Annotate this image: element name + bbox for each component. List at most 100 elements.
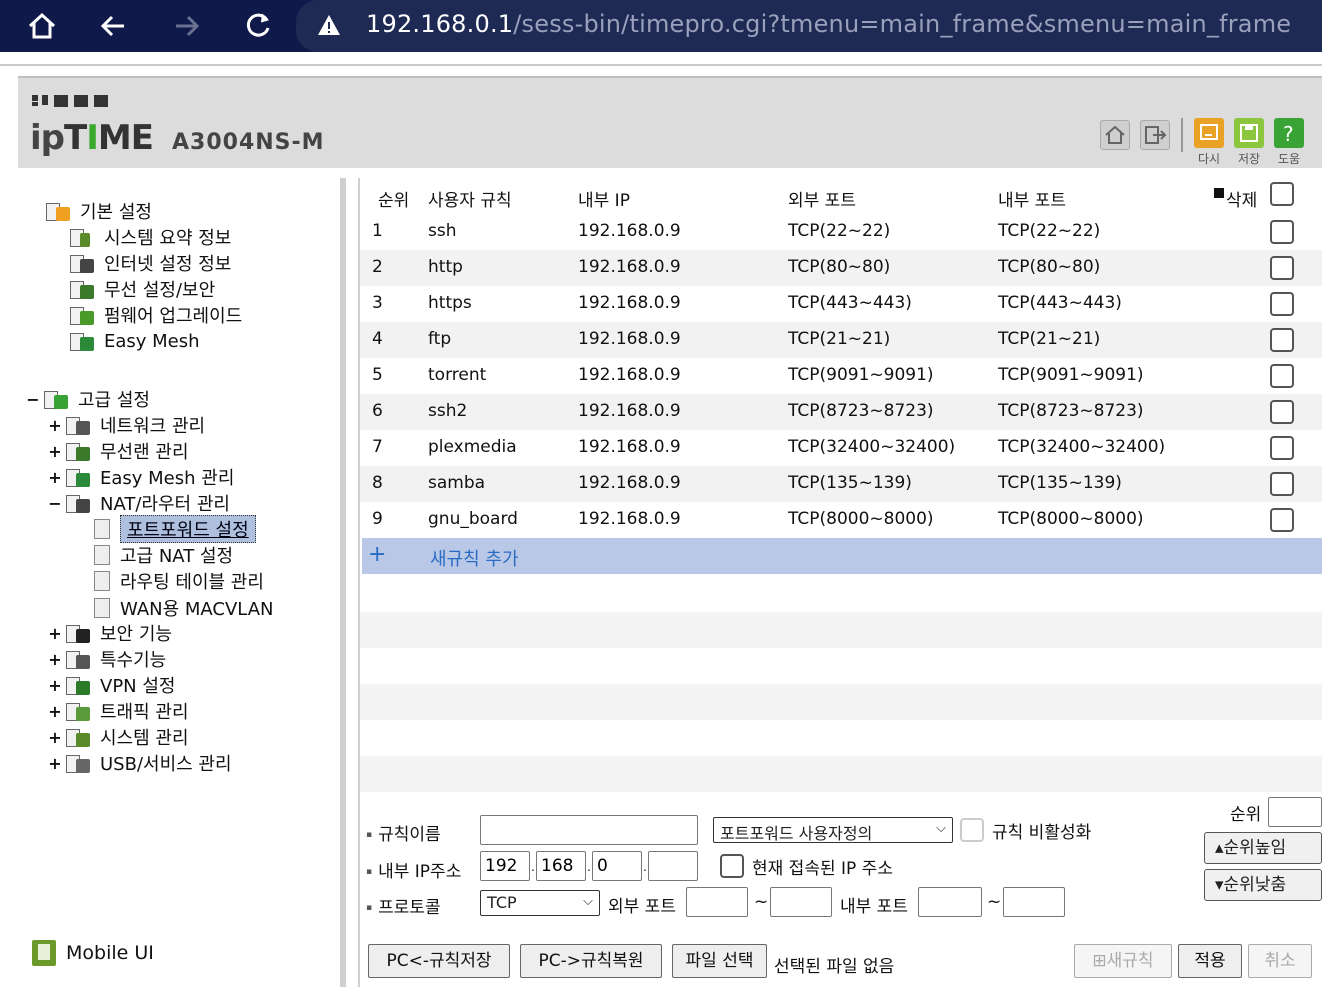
disable-rule-checkbox[interactable] — [960, 818, 984, 842]
expand-icon[interactable]: + — [48, 442, 62, 461]
tree-basic-settings[interactable]: 기본 설정 — [46, 198, 152, 224]
network-icon — [66, 415, 92, 435]
ip-octet-1[interactable] — [480, 851, 530, 881]
order-up-button[interactable]: ▴순위높임 — [1204, 832, 1322, 864]
sidebar-item-system-admin[interactable]: + 시스템 관리 — [48, 724, 188, 750]
forward-icon[interactable] — [168, 8, 204, 44]
sidebar-item-system-summary[interactable]: 시스템 요약 정보 — [70, 224, 231, 250]
pc-save-button[interactable]: PC<-규칙저장 — [368, 944, 510, 978]
expand-icon[interactable]: + — [48, 754, 62, 773]
select-all-checkbox[interactable] — [1270, 182, 1294, 206]
mesh-icon — [70, 331, 96, 351]
sidebar-item-easymesh-admin[interactable]: + Easy Mesh 관리 — [48, 464, 234, 490]
help-icon[interactable]: ? — [1274, 118, 1304, 148]
preset-select[interactable]: 포트포워드 사용자정의 ⌵ — [713, 817, 953, 843]
sidebar-item-wlan[interactable]: + 무선랜 관리 — [48, 438, 188, 464]
table-row[interactable]: 6 ssh2 192.168.0.9 TCP(8723~8723) TCP(8723~8… — [360, 394, 1322, 430]
ip-octet-2[interactable] — [536, 851, 586, 881]
delete-checkbox[interactable] — [1270, 220, 1294, 244]
mobile-ui-link[interactable]: Mobile UI — [32, 940, 154, 966]
sidebar-item-routing-table[interactable]: 라우팅 테이블 관리 — [94, 568, 264, 594]
usb-icon — [66, 753, 92, 773]
apply-button[interactable]: 적용 — [1178, 944, 1242, 978]
cancel-button[interactable]: 취소 — [1248, 944, 1312, 978]
expand-icon[interactable]: + — [48, 416, 62, 435]
ext-port-end[interactable] — [770, 887, 832, 917]
delete-checkbox[interactable] — [1270, 400, 1294, 424]
delete-checkbox[interactable] — [1270, 292, 1294, 316]
protocol-label: 프로토콜 — [366, 893, 441, 918]
ip-octet-4[interactable] — [648, 851, 698, 881]
table-row[interactable]: 2 http 192.168.0.9 TCP(80~80) TCP(80~80) — [360, 250, 1322, 286]
save-icon[interactable] — [1234, 118, 1264, 148]
expand-icon[interactable]: + — [48, 728, 62, 747]
table-row[interactable]: 1 ssh 192.168.0.9 TCP(22~22) TCP(22~22) — [360, 214, 1322, 250]
current-ip-checkbox[interactable] — [720, 854, 744, 878]
protocol-select[interactable]: TCP ⌵ — [480, 890, 600, 916]
int-port-start[interactable] — [918, 887, 982, 917]
pc-restore-button[interactable]: PC->규칙복원 — [520, 944, 662, 978]
delete-checkbox[interactable] — [1270, 508, 1294, 532]
table-row[interactable]: 7 plexmedia 192.168.0.9 TCP(32400~32400) TCP… — [360, 430, 1322, 466]
svg-text:?: ? — [1283, 122, 1294, 146]
cell-ip: 192.168.0.9 — [578, 437, 681, 457]
cell-int: TCP(22~22) — [998, 221, 1101, 241]
delete-checkbox[interactable] — [1270, 436, 1294, 460]
logout-icon[interactable] — [1140, 120, 1170, 150]
table-row[interactable]: 3 https 192.168.0.9 TCP(443~443) TCP(443~443… — [360, 286, 1322, 322]
sidebar-item-security[interactable]: + 보안 기능 — [48, 620, 172, 646]
reload-icon[interactable] — [240, 8, 276, 44]
sidebar-item-advanced-nat[interactable]: 고급 NAT 설정 — [94, 542, 233, 568]
ext-port-start[interactable] — [686, 887, 748, 917]
delete-checkbox[interactable] — [1270, 364, 1294, 388]
table-row[interactable]: 9 gnu_board 192.168.0.9 TCP(8000~8000) TCP(8… — [360, 502, 1322, 538]
ip-octet-3[interactable] — [592, 851, 642, 881]
sidebar-item-internet-info[interactable]: 인터넷 설정 정보 — [70, 250, 231, 276]
table-row[interactable]: 5 torrent 192.168.0.9 TCP(9091~9091) TCP(909… — [360, 358, 1322, 394]
tilde: ~ — [987, 892, 1002, 912]
order-input[interactable] — [1268, 797, 1322, 827]
expand-icon[interactable]: + — [48, 702, 62, 721]
cell-order: 9 — [372, 509, 383, 529]
logo-dots — [32, 92, 112, 108]
cell-name: ssh2 — [428, 401, 468, 421]
expand-icon[interactable]: + — [48, 468, 62, 487]
new-rule-button[interactable]: ⊞새규칙 — [1074, 944, 1172, 978]
table-row[interactable]: 4 ftp 192.168.0.9 TCP(21~21) TCP(21~21) — [360, 322, 1322, 358]
sidebar-item-usb[interactable]: + USB/서비스 관리 — [48, 750, 231, 776]
expand-icon[interactable]: + — [48, 676, 62, 695]
int-port-end[interactable] — [1003, 887, 1065, 917]
sidebar-item-wan-macvlan[interactable]: WAN용 MACVLAN — [94, 595, 274, 621]
delete-checkbox[interactable] — [1270, 472, 1294, 496]
cell-order: 5 — [372, 365, 383, 385]
sidebar-item-vpn[interactable]: + VPN 설정 — [48, 672, 175, 698]
file-select-button[interactable]: 파일 선택 — [672, 944, 767, 978]
expand-icon[interactable]: + — [48, 650, 62, 669]
expand-icon[interactable]: + — [48, 624, 62, 643]
collapse-icon[interactable]: − — [26, 390, 40, 409]
sidebar-item-traffic[interactable]: + 트래픽 관리 — [48, 698, 188, 724]
chart-icon — [66, 727, 92, 747]
order-down-button[interactable]: ▾순위낮춤 — [1204, 869, 1322, 901]
sidebar-item-easymesh[interactable]: Easy Mesh — [70, 328, 200, 354]
delete-checkbox[interactable] — [1270, 328, 1294, 352]
undo-icon[interactable] — [1194, 118, 1224, 148]
address-bar[interactable]: 192.168.0.1/sess-bin/timepro.cgi?tmenu=m… — [296, 0, 1322, 52]
add-rule-row[interactable]: + 새규칙 추가 — [362, 538, 1322, 574]
sidebar-item-network[interactable]: + 네트워크 관리 — [48, 412, 205, 438]
cell-ext: TCP(8000~8000) — [788, 509, 934, 529]
mesh-icon — [66, 467, 92, 487]
back-icon[interactable] — [96, 8, 132, 44]
sidebar-item-wireless[interactable]: 무선 설정/보안 — [70, 276, 215, 302]
sidebar-item-special[interactable]: + 특수기능 — [48, 646, 166, 672]
sidebar-item-firmware[interactable]: 펌웨어 업그레이드 — [70, 302, 242, 328]
sidebar-item-port-forward[interactable]: 포트포워드 설정 — [94, 515, 256, 543]
home-icon[interactable] — [1100, 120, 1130, 150]
table-row[interactable]: 8 samba 192.168.0.9 TCP(135~139) TCP(135~139… — [360, 466, 1322, 502]
delete-checkbox[interactable] — [1270, 256, 1294, 280]
collapse-icon[interactable]: − — [48, 494, 62, 513]
home-icon[interactable] — [24, 8, 60, 44]
rule-name-input[interactable] — [480, 815, 698, 845]
tree-advanced-settings[interactable]: − 고급 설정 — [26, 386, 150, 412]
sidebar-item-nat[interactable]: − NAT/라우터 관리 — [48, 490, 230, 516]
